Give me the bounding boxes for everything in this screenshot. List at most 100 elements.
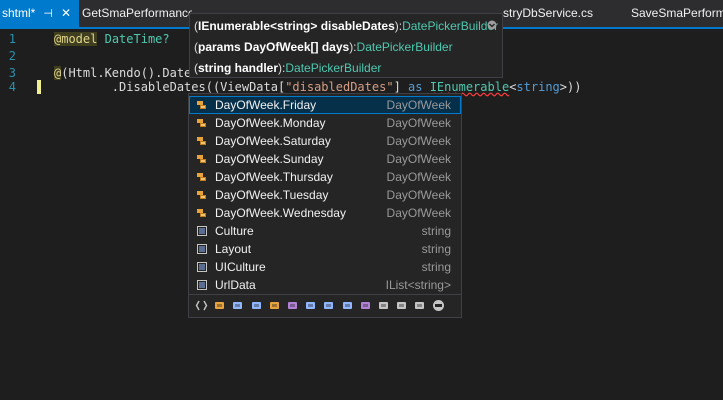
property-icon [197, 262, 207, 272]
signature-overload[interactable]: (string handler):DatePickerBuilder [194, 58, 381, 78]
struct-filter-icon[interactable] [250, 299, 263, 312]
completion-item-type: DayOfWeek [386, 170, 451, 184]
extension-filter-icon[interactable] [395, 299, 408, 312]
completion-item-label: UrlData [215, 278, 256, 292]
keyword-filter-icon[interactable] [413, 299, 426, 312]
code-text: >)) [559, 80, 582, 94]
namespace-filter-icon[interactable] [195, 299, 208, 312]
string-literal: "disabledDates" [285, 80, 394, 94]
completion-item[interactable]: DayOfWeek.Saturday DayOfWeek [189, 132, 461, 150]
completion-item[interactable]: DayOfWeek.Friday DayOfWeek [189, 96, 461, 114]
sig-parameter: string handler [198, 61, 279, 75]
tab-history-db-service[interactable]: stryDbService.cs [503, 0, 613, 27]
line-number: 1 [8, 32, 16, 46]
code-text: (Html.Kendo().Date [61, 66, 192, 80]
completion-item[interactable]: DayOfWeek.Sunday DayOfWeek [189, 150, 461, 168]
enum-member-icon [197, 137, 206, 145]
model-type: DateTime? [104, 32, 170, 46]
ienumerable-type: IEnumerable [429, 80, 510, 94]
completion-item-type: string [421, 260, 451, 274]
completion-item[interactable]: DayOfWeek.Thursday DayOfWeek [189, 168, 461, 186]
enum-member-icon [197, 209, 206, 217]
enum-member-icon [197, 173, 206, 181]
snippet-filter-icon[interactable] [432, 299, 445, 312]
completion-item-type: string [421, 242, 451, 256]
signature-overload[interactable]: (params DayOfWeek[] days):DatePickerBuil… [194, 37, 453, 57]
sig-return-type: DatePickerBuilder [285, 61, 382, 75]
completion-item[interactable]: UICulture string [189, 258, 461, 276]
property-icon [197, 244, 207, 254]
code-text: .DisableDates((ViewData[ [54, 80, 286, 94]
code-text: ] [393, 80, 409, 94]
completion-item-label: DayOfWeek.Sunday [215, 152, 324, 166]
completion-item[interactable]: Layout string [189, 240, 461, 258]
class-filter-icon[interactable] [213, 299, 226, 312]
completion-item-label: DayOfWeek.Saturday [215, 134, 331, 148]
completion-item-type: DayOfWeek [386, 134, 451, 148]
completion-item-label: DayOfWeek.Thursday [215, 170, 333, 184]
completion-item-type: DayOfWeek [386, 188, 451, 202]
completion-item[interactable]: DayOfWeek.Wednesday DayOfWeek [189, 204, 461, 222]
enum-member-icon [197, 191, 206, 199]
unsaved-change-marker [37, 80, 41, 94]
sig-paren: ): [394, 19, 403, 33]
line-number: 4 [8, 80, 16, 94]
enum-member-icon [197, 101, 206, 109]
signature-help-popup: (IEnumerable<string> disableDates):DateP… [189, 13, 503, 78]
property-icon [197, 226, 207, 236]
enum-filter-icon[interactable] [268, 299, 281, 312]
sig-return-type: DatePickerBuilder [356, 40, 453, 54]
field-filter-icon[interactable] [322, 299, 335, 312]
interface-filter-icon[interactable] [231, 299, 244, 312]
tab-label: SaveSmaPerformar [631, 6, 723, 20]
completion-item-label: DayOfWeek.Tuesday [215, 188, 329, 202]
line-number: 3 [8, 66, 16, 80]
completion-item-type: DayOfWeek [386, 152, 451, 166]
completion-item-label: Culture [215, 224, 254, 238]
completion-item-type: DayOfWeek [386, 116, 451, 130]
method-filter-icon[interactable] [359, 299, 372, 312]
sig-parameter: IEnumerable<string> disableDates [198, 19, 395, 33]
completion-item-type: DayOfWeek [386, 98, 451, 112]
completion-item[interactable]: Culture string [189, 222, 461, 240]
module-filter-icon[interactable] [304, 299, 317, 312]
enum-member-icon [197, 155, 206, 163]
tab-save-sma-performance[interactable]: SaveSmaPerformar [631, 0, 723, 27]
code-line-4[interactable]: .DisableDates((ViewData["disabledDates"]… [54, 80, 582, 94]
tab-get-sma-performance[interactable]: GetSmaPerformance [82, 0, 192, 27]
completion-item-type: DayOfWeek [386, 206, 451, 220]
code-line-3[interactable]: @(Html.Kendo().Date [54, 66, 191, 80]
property-icon [197, 280, 207, 290]
tab-label: shtml* [2, 6, 36, 20]
intellisense-completion-list: DayOfWeek.Friday DayOfWeek DayOfWeek.Monda… [188, 93, 462, 318]
tab-label: stryDbService.cs [503, 6, 594, 20]
signature-overload[interactable]: (IEnumerable<string> disableDates):DateP… [190, 16, 502, 36]
completion-item-label: DayOfWeek.Wednesday [215, 206, 346, 220]
sig-parameter: params DayOfWeek[] days [198, 40, 350, 54]
event-filter-icon[interactable] [377, 299, 390, 312]
completion-filter-bar [189, 294, 461, 317]
property-filter-icon[interactable] [341, 299, 354, 312]
completion-item-label: DayOfWeek.Friday [215, 98, 317, 112]
completion-item-label: DayOfWeek.Monday [215, 116, 326, 130]
chevron-down-icon[interactable] [487, 20, 497, 30]
close-icon[interactable]: ✕ [61, 6, 71, 20]
completion-item[interactable]: DayOfWeek.Monday DayOfWeek [189, 114, 461, 132]
completion-item[interactable]: DayOfWeek.Tuesday DayOfWeek [189, 186, 461, 204]
pin-icon[interactable]: ⊣ [43, 8, 53, 20]
sig-return-type: DatePickerBuilder [402, 19, 499, 33]
tab-cshtml[interactable]: shtml* ⊣ ✕ [0, 0, 79, 27]
line-number: 2 [8, 49, 16, 63]
completion-item-type: string [421, 224, 451, 238]
completion-item-label: UICulture [215, 260, 266, 274]
completion-item-type: IList<string> [385, 278, 451, 292]
completion-item[interactable]: UrlData IList<string> [189, 276, 461, 294]
delegate-filter-icon[interactable] [286, 299, 299, 312]
code-line-1[interactable]: @model DateTime? [54, 32, 170, 46]
sig-paren: ): [349, 40, 357, 54]
razor-directive: @model [54, 32, 98, 46]
as-keyword: as [408, 80, 423, 94]
tab-label: GetSmaPerformance [82, 6, 192, 20]
enum-member-icon [197, 119, 206, 127]
